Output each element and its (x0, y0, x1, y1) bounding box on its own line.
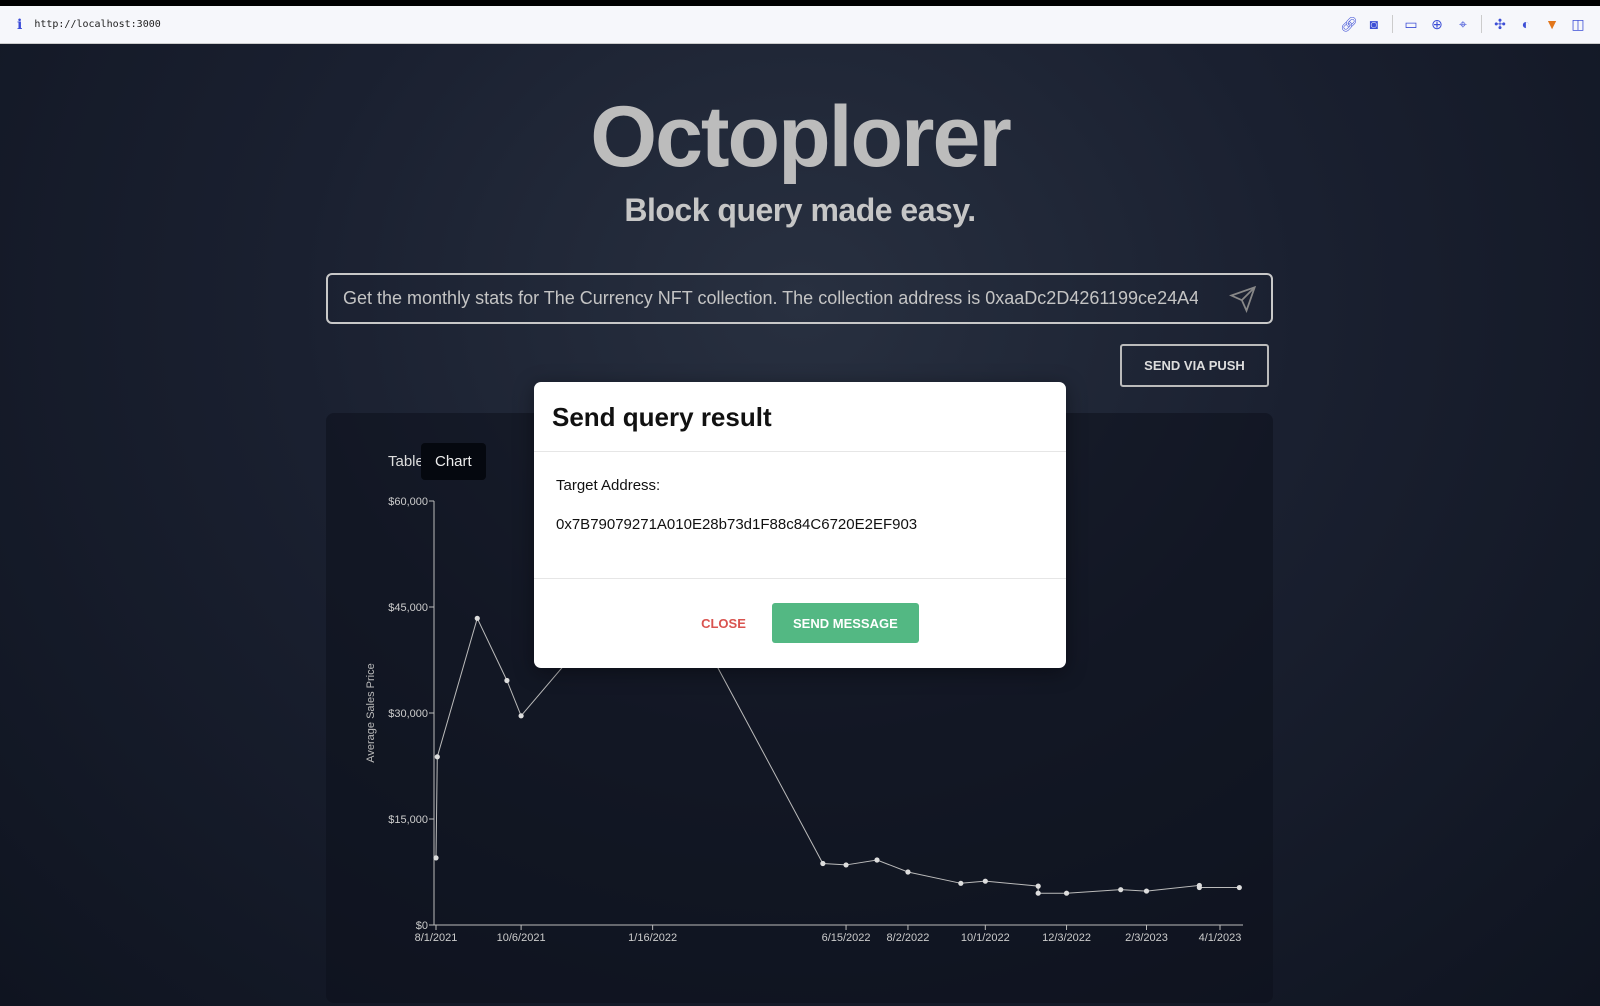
data-point (1143, 888, 1150, 894)
data-point (1236, 884, 1242, 891)
data-point (1063, 890, 1070, 896)
x-tick-label: 2/3/2023 (1125, 932, 1168, 944)
x-tick-label: 10/1/2022 (961, 932, 1010, 944)
data-point (982, 878, 988, 884)
send-query-modal: Send query result Target Address: 0x7B79… (534, 382, 1066, 668)
x-tick-label: 10/6/2021 (497, 932, 546, 944)
data-point (820, 860, 826, 867)
data-point (518, 713, 524, 719)
close-button[interactable]: CLOSE (701, 616, 746, 631)
data-point (1035, 883, 1041, 889)
y-tick-label: $60,000 (388, 496, 428, 508)
y-tick-label: $0 (416, 920, 428, 932)
y-tick-label: $15,000 (388, 814, 428, 826)
y-tick-label: $30,000 (388, 708, 428, 720)
data-point (1118, 887, 1124, 893)
target-address-label: Target Address: (556, 477, 661, 494)
send-message-button[interactable]: SEND MESSAGE (771, 603, 919, 643)
y-tick-label: $45,000 (388, 602, 428, 614)
y-axis-label: Average Sales Price (365, 663, 377, 762)
data-point (874, 857, 880, 863)
data-point (433, 855, 439, 861)
data-point (504, 677, 510, 684)
data-point (958, 880, 964, 886)
data-point (434, 754, 440, 760)
x-tick-label: 8/2/2022 (887, 932, 930, 944)
target-address-value: 0x7B79079271A010E28b73d1F88c84C6720E2EF9… (556, 516, 918, 533)
x-tick-label: 12/3/2022 (1042, 932, 1091, 944)
x-tick-label: 8/1/2021 (415, 932, 458, 944)
data-point (843, 862, 849, 868)
data-point (905, 869, 911, 875)
data-point (1035, 890, 1041, 896)
x-tick-label: 4/1/2023 (1199, 932, 1242, 944)
modal-title: Send query result (534, 382, 1066, 452)
x-tick-label: 1/16/2022 (628, 932, 677, 944)
data-point (1196, 884, 1202, 891)
x-tick-label: 6/15/2022 (822, 932, 871, 944)
data-point (474, 615, 480, 621)
